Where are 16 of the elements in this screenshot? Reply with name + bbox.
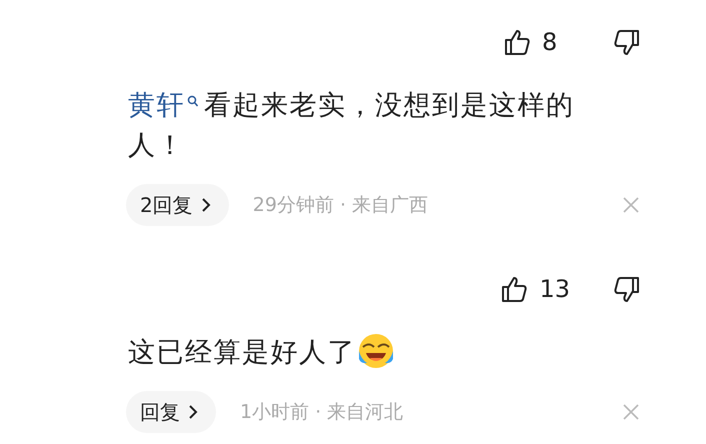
thumbs-up-icon[interactable] (504, 28, 532, 56)
thumbs-up-icon[interactable] (501, 274, 530, 304)
thumbs-down-icon[interactable] (612, 274, 640, 304)
comment-text: 这已经算是好人了 (128, 333, 628, 373)
thumbs-down-icon[interactable] (612, 28, 640, 56)
like-count: 8 (542, 28, 558, 56)
reply-button[interactable]: 回复 (126, 391, 216, 433)
comment-text: 黄轩 看起来老实，没想到是这样的人！ (128, 89, 576, 163)
comment-meta: 29分钟前 · 来自广西 (252, 193, 430, 218)
chevron-icon (188, 404, 198, 420)
username[interactable]: 黄轩 (128, 90, 185, 121)
comment-meta: 1小时前 · 来自河北 (240, 400, 404, 425)
search-icon[interactable] (187, 95, 198, 108)
reply-button[interactable]: 2回复 (126, 184, 229, 226)
like-count: 13 (539, 275, 570, 303)
chevron-icon (200, 197, 211, 213)
